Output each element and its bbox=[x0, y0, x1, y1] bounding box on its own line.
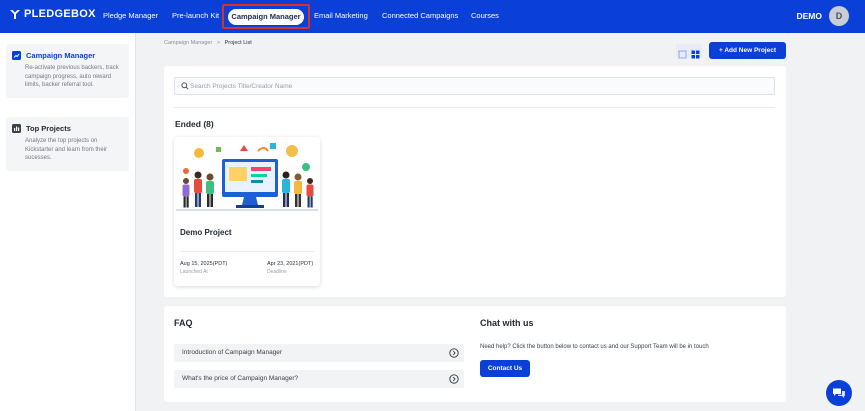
breadcrumb: Campaign Manager > Project List bbox=[164, 40, 252, 46]
nav-courses[interactable]: Courses bbox=[471, 11, 499, 20]
faq-question: Introduction of Campaign Manager bbox=[182, 349, 283, 356]
deadline-date: Apr 23, 2021(PDT) bbox=[267, 261, 314, 267]
faq-question: What's the price of Campaign Manager? bbox=[182, 375, 299, 382]
ended-section-title: Ended (8) bbox=[175, 119, 214, 129]
sidebar-item-label: Campaign Manager bbox=[26, 51, 96, 60]
help-panel: FAQ Introduction of Campaign Manager Wha… bbox=[164, 306, 786, 402]
logo-icon bbox=[10, 9, 20, 19]
project-illustration bbox=[174, 137, 320, 218]
sidebar-item-label: Top Projects bbox=[26, 124, 71, 133]
card-divider bbox=[180, 251, 314, 252]
sidebar-item-title: Campaign Manager bbox=[12, 51, 123, 60]
search-input[interactable] bbox=[190, 80, 760, 92]
faq-title: FAQ bbox=[174, 318, 193, 328]
chat-bubble-icon bbox=[833, 388, 845, 398]
divider bbox=[174, 107, 775, 108]
deadline-label: Deadline bbox=[267, 269, 287, 275]
launched-date: Aug 15, 2025(PDT) bbox=[180, 261, 228, 267]
bars-icon bbox=[12, 124, 21, 133]
avatar[interactable]: D bbox=[829, 6, 849, 26]
sidebar: Campaign Manager Re-activate previous ba… bbox=[0, 33, 136, 411]
user-name: DEMO bbox=[796, 11, 823, 21]
chevron-right-circle-icon[interactable] bbox=[449, 348, 459, 358]
view-toggle bbox=[676, 44, 702, 59]
faq-item[interactable]: Introduction of Campaign Manager bbox=[174, 344, 464, 362]
brand-name: PLEDGEBOX bbox=[24, 8, 96, 20]
nav-pledge-manager[interactable]: Pledge Manager bbox=[103, 11, 158, 20]
chart-icon bbox=[12, 51, 21, 60]
nav-campaign-manager-highlight: Campaign Manager bbox=[222, 4, 310, 29]
breadcrumb-separator: > bbox=[216, 40, 221, 46]
pledgebox-logo[interactable]: PLEDGEBOX bbox=[9, 8, 96, 20]
project-card[interactable]: Demo Project Aug 15, 2025(PDT) Launched … bbox=[174, 137, 320, 286]
contact-us-button[interactable]: Contact Us bbox=[480, 360, 530, 377]
project-name[interactable]: Demo Project bbox=[180, 228, 232, 237]
top-navigation: PLEDGEBOX Pledge Manager Pre-launch Kit … bbox=[0, 0, 865, 33]
nav-pre-launch-kit[interactable]: Pre-launch Kit bbox=[172, 11, 219, 20]
add-new-project-button[interactable]: + Add New Project bbox=[709, 42, 786, 59]
nav-email-marketing[interactable]: Email Marketing bbox=[314, 11, 368, 20]
grid-view-icon[interactable] bbox=[691, 46, 700, 59]
nav-campaign-manager[interactable]: Campaign Manager bbox=[228, 9, 304, 25]
nav-connected-campaigns[interactable]: Connected Campaigns bbox=[382, 11, 458, 20]
sidebar-item-title: Top Projects bbox=[12, 124, 123, 133]
sidebar-item-description: Analyze the top projects on Kickstarter … bbox=[25, 138, 108, 161]
sidebar-item-campaign-manager[interactable]: Campaign Manager Re-activate previous ba… bbox=[6, 44, 129, 98]
faq-item[interactable]: What's the price of Campaign Manager? bbox=[174, 370, 464, 388]
chevron-right-circle-icon[interactable] bbox=[449, 374, 459, 384]
launched-label: Launched At bbox=[180, 269, 208, 275]
chat-description: Need help? Click the button below to con… bbox=[480, 344, 709, 350]
search-icon bbox=[181, 82, 189, 90]
live-chat-button[interactable] bbox=[826, 380, 852, 406]
list-view-icon[interactable] bbox=[678, 46, 687, 59]
search-box bbox=[174, 77, 775, 95]
project-list-panel: Ended (8) bbox=[164, 66, 786, 297]
sidebar-item-top-projects[interactable]: Top Projects Analyze the top projects on… bbox=[6, 117, 129, 171]
user-menu[interactable]: DEMO D bbox=[796, 6, 849, 26]
sidebar-item-description: Re-activate previous backers, track camp… bbox=[25, 65, 119, 88]
chat-title: Chat with us bbox=[480, 318, 534, 328]
breadcrumb-current: Project List bbox=[224, 40, 252, 46]
breadcrumb-parent[interactable]: Campaign Manager bbox=[164, 40, 212, 46]
